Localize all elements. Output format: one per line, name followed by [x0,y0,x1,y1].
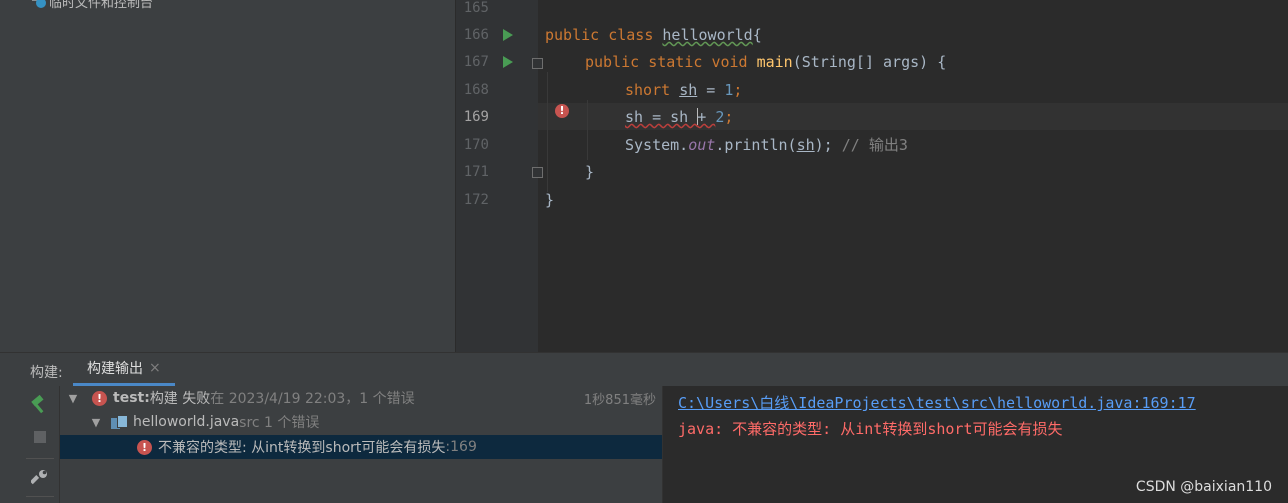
file-detail: src 1 个错误 [239,415,320,431]
tab-build-output[interactable]: 构建输出 × [73,353,175,386]
error-message: 不兼容的类型: 从int转换到short可能会有损失 [158,440,446,456]
tree-row-file[interactable]: ▼ helloworld.java src 1 个错误 [60,410,662,434]
fold-icon[interactable] [532,167,543,178]
code-line-171: } [585,163,595,181]
code-line-167: public static void main(String[] args) { [585,53,947,71]
error-icon: ! [137,439,152,455]
code-line-170: System.out.println(sh); // 输出3 [625,136,908,154]
error-marker-icon[interactable]: ! [555,104,569,122]
wrench-icon[interactable] [28,465,52,489]
build-toolbar [0,386,60,503]
watermark: CSDN @baixian110 [1135,479,1272,495]
close-tab-icon[interactable]: × [149,360,161,376]
toolbar-divider [26,496,54,497]
toolbar-divider [26,458,54,459]
project-tree-node[interactable]: 临时文件和控制台 [32,0,154,11]
build-status: 构建 失败 [149,391,211,407]
scratches-icon [32,0,46,8]
stop-icon[interactable] [28,425,52,449]
build-tool-window-header: 构建: 构建输出 × [0,352,1288,387]
code-line-169: sh = sh + 2; [625,108,734,126]
chevron-down-icon[interactable]: ▼ [68,392,78,405]
build-duration: 1秒851毫秒 [583,392,656,408]
error-icon: ! [92,390,107,406]
project-node-label: 临时文件和控制台 [49,0,154,11]
file-name: helloworld.java [133,414,240,430]
console-error-text: java: 不兼容的类型: 从int转换到short可能会有损失 [678,420,1063,438]
code-line-168: short sh = 1; [625,81,743,99]
indent-guide [587,100,588,160]
error-location-link[interactable]: C:\Users\白线\IdeaProjects\test\src\hellow… [678,392,1196,413]
line-number: 168 [463,82,489,98]
tree-row-build-root[interactable]: ▼ ! test: 构建 失败 在 2023/4/19 22:03，1 个错误 … [60,386,662,410]
build-detail: 在 2023/4/19 22:03，1 个错误 [210,391,415,407]
panel-title: 构建: [30,365,63,381]
fold-icon[interactable] [532,58,543,69]
chevron-down-icon[interactable]: ▼ [91,416,101,429]
build-hammer-icon[interactable] [27,393,51,417]
line-number: 165 [463,0,489,16]
java-file-icon [111,415,128,429]
line-number-current: 169 [463,109,489,125]
left-tool-strip [0,0,23,352]
error-line: :169 [445,439,477,455]
tree-row-error[interactable]: ! 不兼容的类型: 从int转换到short可能会有损失 :169 [60,435,662,459]
line-number: 167 [463,54,489,70]
build-tree: ▼ ! test: 构建 失败 在 2023/4/19 22:03，1 个错误 … [60,386,663,503]
run-main-icon[interactable] [503,56,513,68]
code-line-166: public class helloworld{ [545,26,762,44]
project-pane [22,0,456,352]
line-number: 170 [463,137,489,153]
line-number: 171 [463,164,489,180]
indent-guide [547,72,548,192]
run-class-icon[interactable] [503,29,513,41]
line-number: 166 [463,27,489,43]
line-number: 172 [463,192,489,208]
build-target: test: [113,390,150,406]
tab-label: 构建输出 [87,361,143,377]
code-line-172: } [545,191,555,209]
